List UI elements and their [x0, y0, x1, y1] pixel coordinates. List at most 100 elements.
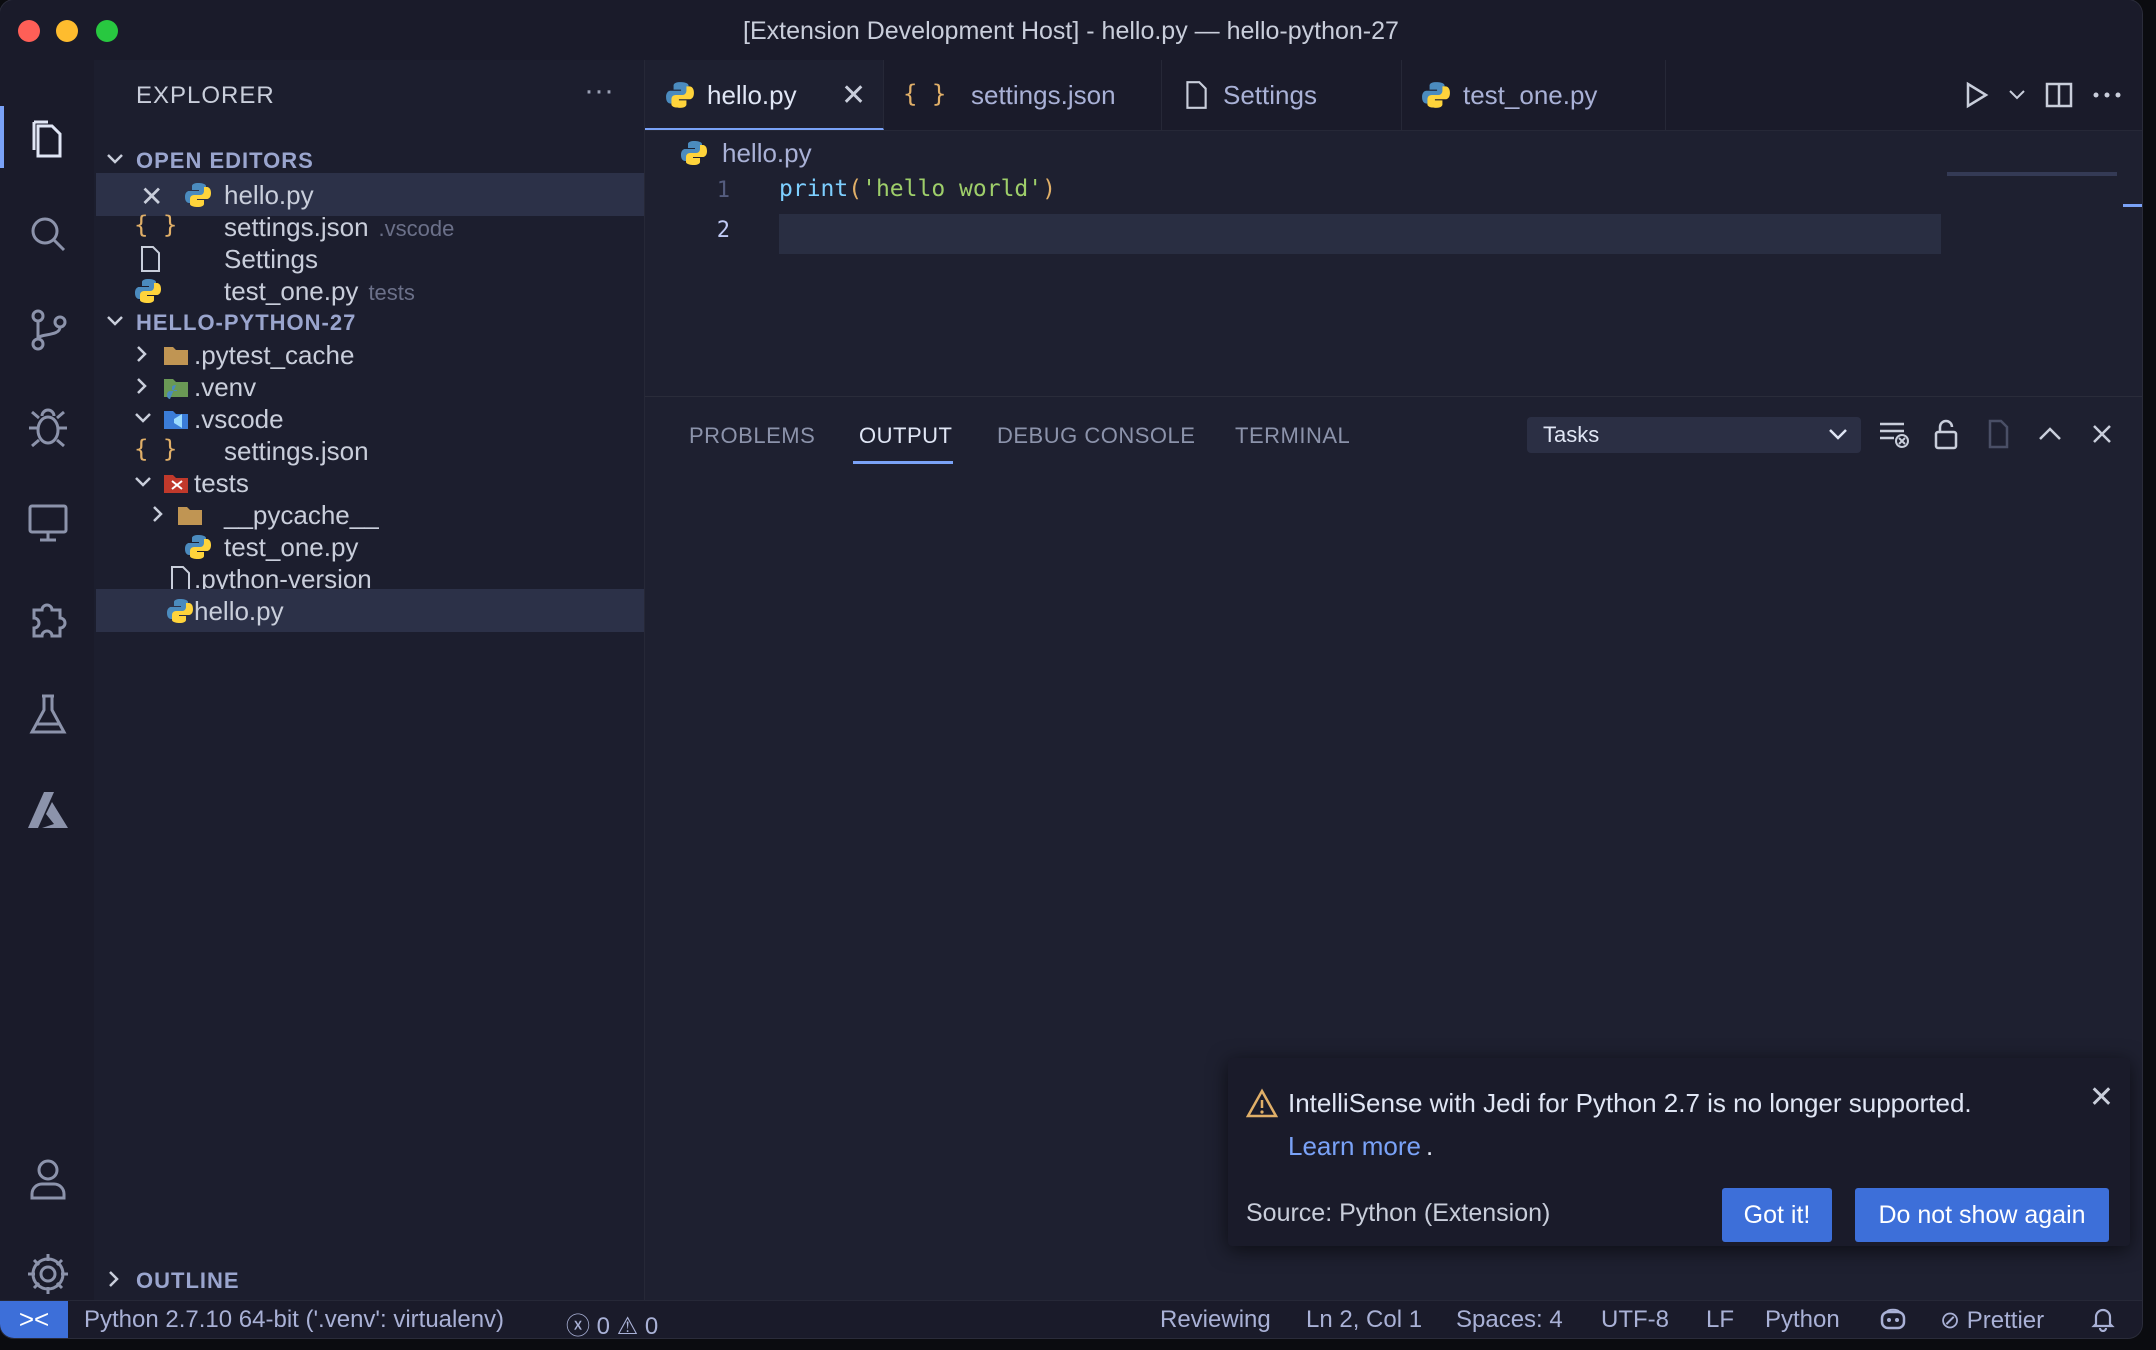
chevron-right-icon — [153, 506, 163, 522]
warning-count: 0 — [644, 1313, 659, 1338]
active-indicator — [0, 106, 4, 168]
current-line-highlight — [779, 214, 1941, 254]
python-file-icon — [167, 599, 193, 623]
explorer-icon[interactable] — [22, 112, 74, 164]
activity-bar — [0, 60, 95, 1300]
chevron-down-icon — [107, 154, 123, 164]
more-actions-icon[interactable]: ··· — [584, 74, 614, 108]
prettier-status[interactable]: ⊘ Prettier — [1940, 1306, 2044, 1335]
panel-tab-problems[interactable]: PROBLEMS — [689, 423, 815, 449]
source-control-icon[interactable] — [22, 304, 74, 356]
indentation-status[interactable]: Spaces: 4 — [1456, 1306, 1563, 1334]
reviewing-status[interactable]: Reviewing — [1160, 1306, 1271, 1334]
chevron-down-icon — [107, 316, 123, 326]
testing-icon[interactable] — [22, 688, 74, 740]
tab-settings-json[interactable]: { } settings.json — [883, 60, 1162, 130]
chevron-down-icon — [135, 413, 151, 423]
split-editor-icon[interactable] — [2044, 81, 2074, 109]
chevron-right-icon — [137, 378, 147, 394]
python-file-icon — [135, 279, 161, 303]
code-string-token: 'hello world' — [862, 176, 1043, 202]
warning-icon: ⚠ — [616, 1313, 639, 1338]
notification-message: IntelliSense with Jedi for Python 2.7 is… — [1288, 1088, 1972, 1118]
code-line[interactable]: print('hello world') — [779, 176, 1056, 202]
json-file-icon: { } — [134, 211, 178, 239]
copilot-icon[interactable] — [1878, 1306, 1908, 1338]
close-panel-icon[interactable] — [2085, 417, 2119, 451]
cursor-position[interactable]: Ln 2, Col 1 — [1306, 1306, 1422, 1334]
remote-indicator[interactable]: >< — [0, 1301, 68, 1338]
minimap[interactable] — [1947, 172, 2117, 176]
status-bar: >< Python 2.7.10 64-bit ('.venv': virtua… — [0, 1300, 2142, 1338]
explorer-sidebar: EXPLORER ··· OPEN EDITORS ✕ hello.py { }… — [94, 60, 645, 1300]
active-tab-underline — [853, 461, 953, 464]
line-number: 2 — [716, 218, 730, 243]
breadcrumb-file: hello.py — [722, 138, 812, 168]
got-it-button[interactable]: Got it! — [1722, 1188, 1832, 1242]
prettier-label: Prettier — [1966, 1307, 2045, 1334]
title-bar: [Extension Development Host] - hello.py … — [0, 0, 2142, 61]
tab-test-one-py[interactable]: test_one.py — [1401, 60, 1666, 130]
tree-item-file[interactable]: hello.py — [96, 589, 644, 632]
tab-label: Settings — [1223, 80, 1317, 110]
problems-status[interactable]: ⓧ 0 ⚠ 0 — [566, 1306, 658, 1338]
vscode-window: [Extension Development Host] - hello.py … — [0, 0, 2142, 1338]
scrollbar-indicator[interactable] — [2123, 204, 2142, 207]
tab-label: hello.py — [707, 80, 797, 110]
file-icon — [1186, 81, 1207, 109]
encoding-status[interactable]: UTF-8 — [1601, 1306, 1669, 1334]
panel-tab-terminal[interactable]: TERMINAL — [1235, 423, 1350, 449]
window-title: [Extension Development Host] - hello.py … — [743, 17, 1399, 45]
panel-tab-output[interactable]: OUTPUT — [859, 423, 952, 449]
close-tab-icon[interactable]: ✕ — [841, 78, 866, 113]
notifications-bell-icon[interactable] — [2090, 1306, 2116, 1338]
maximize-panel-icon[interactable] — [2033, 417, 2067, 451]
prettier-icon: ⊘ — [1940, 1307, 1961, 1334]
lock-scroll-icon[interactable] — [1929, 417, 1963, 451]
azure-icon[interactable] — [22, 784, 74, 836]
extensions-icon[interactable] — [22, 592, 74, 644]
json-file-icon: { } — [903, 80, 947, 108]
code-function-token: print — [779, 176, 849, 202]
output-channel-value: Tasks — [1543, 422, 1600, 447]
code-paren-token: ( — [848, 176, 863, 202]
run-debug-icon[interactable] — [22, 400, 74, 452]
outline-section[interactable]: OUTLINE — [94, 1260, 644, 1300]
chevron-right-icon — [109, 1271, 119, 1287]
warning-icon — [1246, 1088, 1278, 1118]
error-icon: ⓧ — [566, 1313, 590, 1338]
accounts-icon[interactable] — [22, 1152, 74, 1204]
run-icon[interactable] — [1964, 81, 1990, 109]
close-notification-icon[interactable]: ✕ — [2089, 1080, 2114, 1115]
manage-gear-icon[interactable] — [22, 1248, 74, 1300]
tab-label: settings.json — [971, 80, 1116, 110]
close-icon[interactable]: ✕ — [140, 180, 168, 212]
panel-tab-debug-console[interactable]: DEBUG CONSOLE — [997, 423, 1195, 449]
chevron-down-icon — [1829, 429, 1847, 440]
python-interpreter-status[interactable]: Python 2.7.10 64-bit ('.venv': virtualen… — [84, 1306, 504, 1334]
chevron-down-icon — [135, 477, 151, 487]
tree-item-label: hello.py — [194, 596, 284, 626]
output-channel-select[interactable]: Tasks — [1527, 417, 1861, 453]
search-icon[interactable] — [22, 208, 74, 260]
language-mode[interactable]: Python — [1765, 1306, 1840, 1334]
more-actions-icon[interactable] — [2092, 90, 2122, 100]
notification-toast: IntelliSense with Jedi for Python 2.7 is… — [1228, 1058, 2130, 1246]
notification-source: Source: Python (Extension) — [1246, 1199, 1551, 1227]
learn-more-link[interactable]: Learn more — [1288, 1131, 1421, 1162]
clear-output-icon[interactable] — [1877, 417, 1911, 451]
chevron-down-icon[interactable] — [2008, 88, 2026, 102]
editor-tabs: hello.py ✕ { } settings.json Settings te… — [645, 60, 2142, 131]
tab-hello-py[interactable]: hello.py ✕ — [645, 60, 884, 130]
do-not-show-again-button[interactable]: Do not show again — [1855, 1188, 2109, 1242]
remote-explorer-icon[interactable] — [22, 496, 74, 548]
python-file-icon — [681, 141, 707, 165]
explorer-title: EXPLORER — [136, 82, 275, 109]
open-log-file-icon[interactable] — [1981, 417, 2015, 451]
eol-status[interactable]: LF — [1706, 1306, 1734, 1334]
editor-actions — [1964, 80, 2122, 110]
python-file-icon — [666, 82, 694, 108]
tab-settings[interactable]: Settings — [1161, 60, 1402, 130]
tab-label: test_one.py — [1463, 80, 1598, 110]
error-count: 0 — [596, 1313, 611, 1338]
